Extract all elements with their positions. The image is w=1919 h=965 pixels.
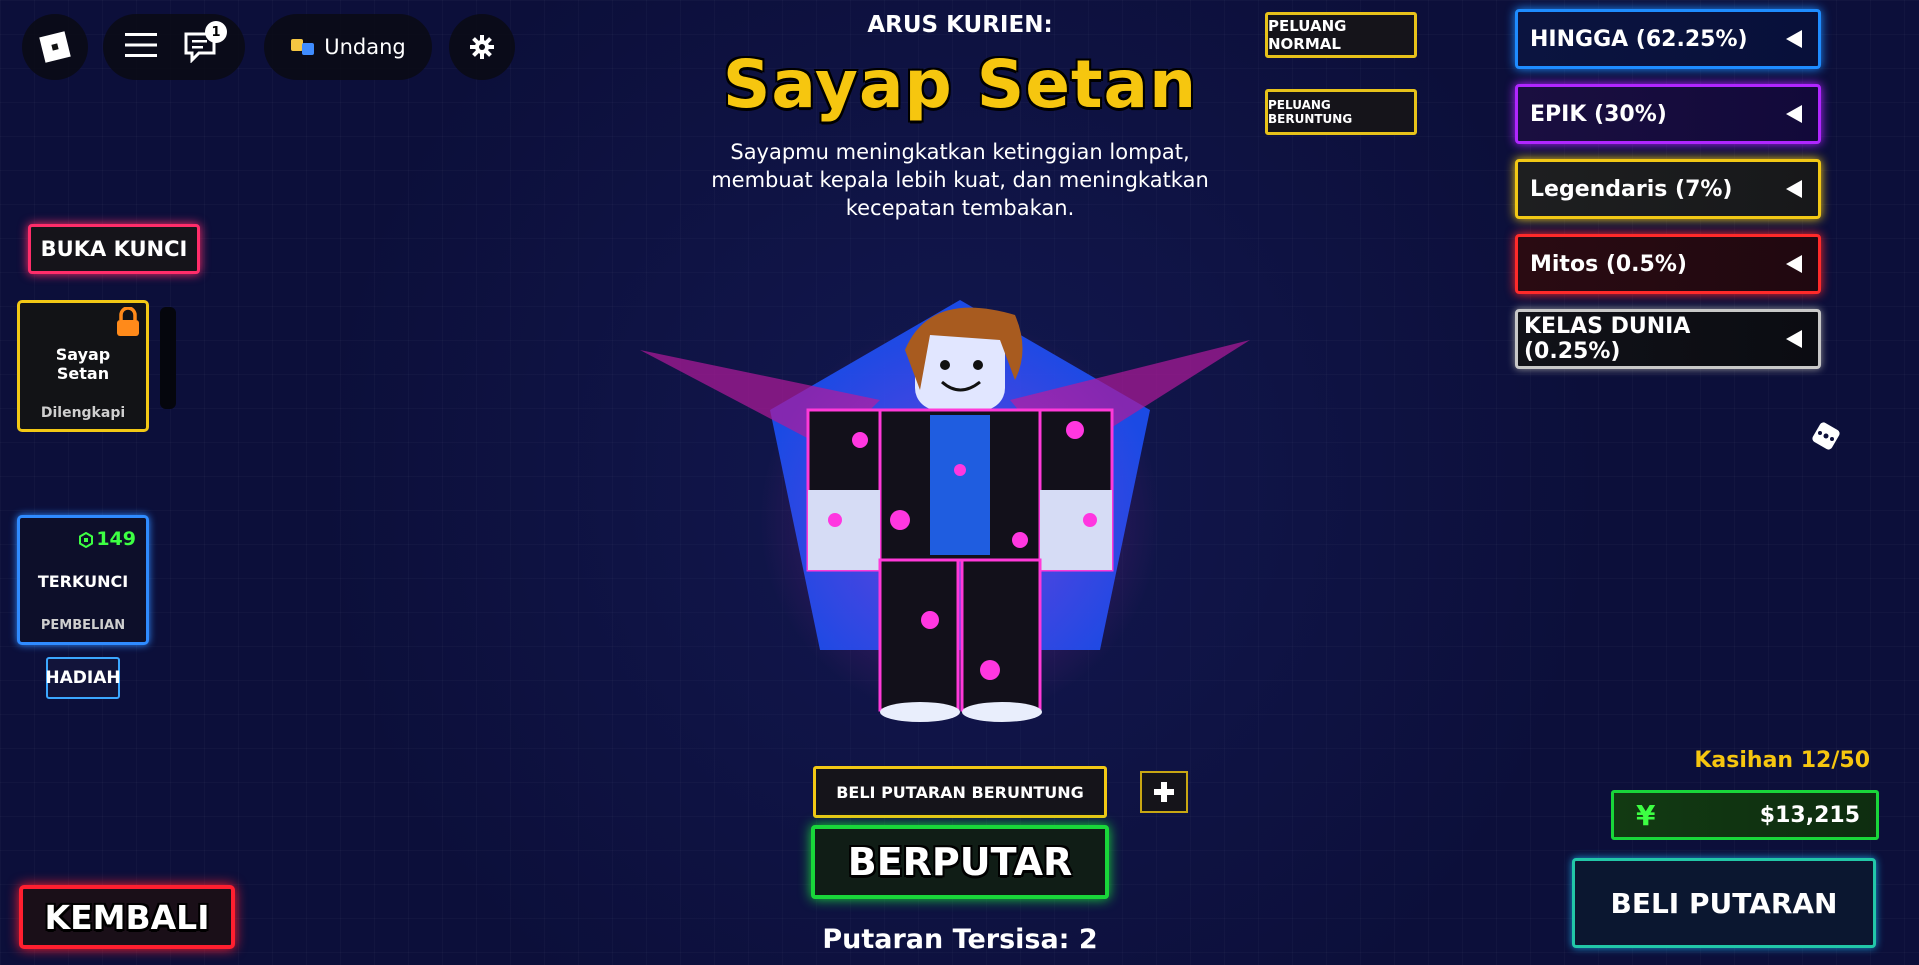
- invite-people-icon: [290, 37, 316, 57]
- buy-spin-button[interactable]: BELI PUTARAN: [1572, 858, 1876, 948]
- rarity-label: Mitos (0.5%): [1530, 251, 1687, 277]
- gift-button[interactable]: HADIAH: [45, 657, 121, 699]
- item-description: Sayapmu meningkatkan ketinggian lompat, …: [711, 140, 1209, 220]
- invite-button[interactable]: Undang: [264, 14, 432, 80]
- rarity-row-epic[interactable]: EPIK (30%): [1515, 84, 1821, 144]
- roblox-menu-button[interactable]: [22, 14, 88, 80]
- expand-arrow-icon: [1786, 180, 1802, 198]
- roblox-logo-icon: [39, 31, 71, 63]
- add-lucky-spin-button[interactable]: [1140, 771, 1188, 813]
- pity-counter: Kasihan 12/50: [1694, 748, 1870, 773]
- slot-status: Dilengkapi: [40, 405, 126, 421]
- robux-price: 149: [78, 528, 136, 550]
- slot-card-equipped[interactable]: Sayap Setan Dilengkapi: [17, 300, 149, 432]
- expand-arrow-icon: [1786, 255, 1802, 273]
- character-preview: [640, 300, 1250, 722]
- rarity-label: EPIK (30%): [1530, 101, 1667, 127]
- spins-remaining: Putaran Tersisa: 2: [822, 924, 1098, 955]
- rarity-label: HINGGA (62.25%): [1530, 26, 1748, 52]
- locked-title: TERKUNCI: [37, 572, 129, 591]
- gear-icon: [470, 35, 494, 59]
- rarity-label: Legendaris (7%): [1530, 176, 1733, 202]
- money-value: $13,215: [1759, 802, 1860, 828]
- slot-item-name: Sayap Setan: [55, 345, 111, 383]
- chat-icon[interactable]: 1: [183, 21, 227, 65]
- rarity-row-uncommon[interactable]: HINGGA (62.25%): [1515, 9, 1821, 69]
- rarity-label: KELAS DUNIA (0.25%): [1524, 314, 1691, 364]
- currency-icon: ¥: [1636, 798, 1656, 832]
- robux-price-value: 149: [96, 528, 136, 550]
- rarity-row-world-class[interactable]: KELAS DUNIA (0.25%): [1515, 309, 1821, 369]
- expand-arrow-icon: [1786, 105, 1802, 123]
- expand-arrow-icon: [1786, 30, 1802, 48]
- menu-chat-group: 1: [103, 14, 245, 80]
- spin-button[interactable]: BERPUTAR: [811, 825, 1109, 899]
- slot-card-locked[interactable]: 149 TERKUNCI PEMBELIAN: [17, 515, 149, 645]
- lock-icon: [116, 306, 140, 337]
- character-leg-right: [960, 558, 1042, 712]
- item-title: Sayap Setan: [722, 46, 1198, 123]
- rarity-row-mythic[interactable]: Mitos (0.5%): [1515, 234, 1821, 294]
- notification-badge: 1: [205, 21, 227, 43]
- unlock-button[interactable]: BUKA KUNCI: [28, 224, 200, 274]
- character-leg-left: [878, 558, 960, 712]
- back-button[interactable]: KEMBALI: [19, 885, 235, 949]
- settings-button[interactable]: [449, 14, 515, 80]
- current-label: ARUS KURIEN:: [867, 12, 1053, 38]
- lucky-chance-button[interactable]: PELUANG BERUNTUNG: [1265, 89, 1417, 135]
- invite-label: Undang: [324, 35, 406, 59]
- normal-chance-button[interactable]: PELUANG NORMAL: [1265, 12, 1417, 58]
- robux-icon: [78, 531, 94, 549]
- hamburger-icon[interactable]: [125, 32, 161, 62]
- plus-icon: [1154, 782, 1174, 802]
- slot-scrollbar[interactable]: [160, 307, 176, 409]
- money-display: ¥ $13,215: [1611, 790, 1879, 840]
- rarity-row-legendary[interactable]: Legendaris (7%): [1515, 159, 1821, 219]
- dice-icon[interactable]: [1811, 421, 1841, 451]
- expand-arrow-icon: [1786, 330, 1802, 348]
- locked-subtitle: PEMBELIAN: [40, 618, 126, 633]
- buy-lucky-spin-button[interactable]: BELI PUTARAN BERUNTUNG: [813, 766, 1107, 818]
